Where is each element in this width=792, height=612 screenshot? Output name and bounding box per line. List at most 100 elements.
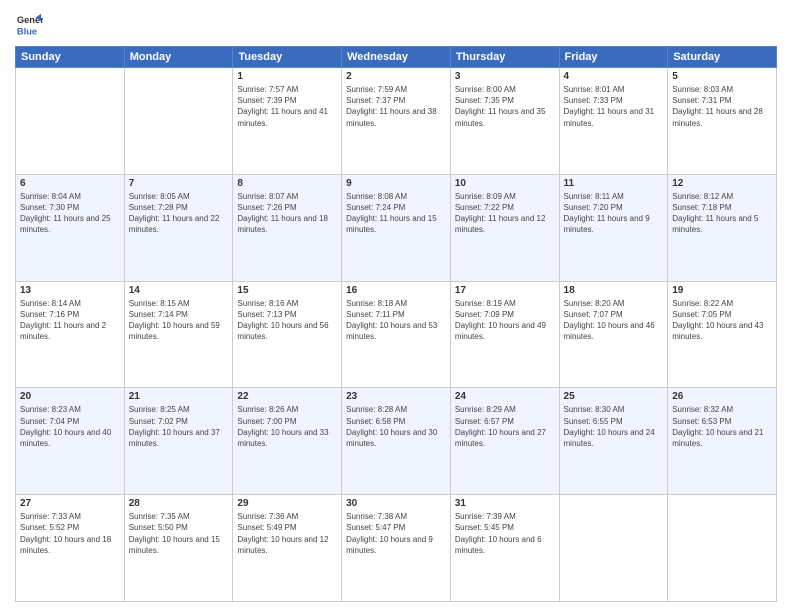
- day-number: 7: [129, 178, 229, 189]
- calendar-cell: 12 Sunrise: 8:12 AM Sunset: 7:18 PM Dayli…: [668, 174, 777, 281]
- calendar-cell: 24 Sunrise: 8:29 AM Sunset: 6:57 PM Dayli…: [450, 388, 559, 495]
- day-info: Sunrise: 8:08 AM Sunset: 7:24 PM Dayligh…: [346, 191, 446, 236]
- calendar-cell: [559, 495, 668, 602]
- logo-icon: General Blue: [15, 10, 43, 38]
- day-header-wednesday: Wednesday: [342, 47, 451, 68]
- day-info: Sunrise: 8:28 AM Sunset: 6:58 PM Dayligh…: [346, 404, 446, 449]
- day-number: 31: [455, 498, 555, 509]
- day-info: Sunrise: 8:15 AM Sunset: 7:14 PM Dayligh…: [129, 298, 229, 343]
- logo: General Blue: [15, 10, 47, 38]
- calendar-cell: 27 Sunrise: 7:33 AM Sunset: 5:52 PM Dayli…: [16, 495, 125, 602]
- day-header-sunday: Sunday: [16, 47, 125, 68]
- day-number: 1: [237, 71, 337, 82]
- day-info: Sunrise: 8:22 AM Sunset: 7:05 PM Dayligh…: [672, 298, 772, 343]
- calendar-cell: 25Sunrise: 8:30 AM Sunset: 6:55 PM Dayli…: [559, 388, 668, 495]
- calendar-cell: 22 Sunrise: 8:26 AM Sunset: 7:00 PM Dayli…: [233, 388, 342, 495]
- day-info: Sunrise: 7:39 AM Sunset: 5:45 PM Dayligh…: [455, 511, 555, 556]
- day-info: Sunrise: 8:07 AM Sunset: 7:26 PM Dayligh…: [237, 191, 337, 236]
- day-info: Sunrise: 8:05 AM Sunset: 7:28 PM Dayligh…: [129, 191, 229, 236]
- calendar-cell: 26 Sunrise: 8:32 AM Sunset: 6:53 PM Dayli…: [668, 388, 777, 495]
- day-header-friday: Friday: [559, 47, 668, 68]
- day-info: Sunrise: 7:57 AM Sunset: 7:39 PM Dayligh…: [237, 84, 337, 129]
- calendar-cell: 16Sunrise: 8:18 AM Sunset: 7:11 PM Dayli…: [342, 281, 451, 388]
- day-info: Sunrise: 8:14 AM Sunset: 7:16 PM Dayligh…: [20, 298, 120, 343]
- calendar-cell: 11 Sunrise: 8:11 AM Sunset: 7:20 PM Dayli…: [559, 174, 668, 281]
- calendar-cell: [16, 68, 125, 175]
- day-info: Sunrise: 8:32 AM Sunset: 6:53 PM Dayligh…: [672, 404, 772, 449]
- calendar-cell: [668, 495, 777, 602]
- calendar-cell: 20 Sunrise: 8:23 AM Sunset: 7:04 PM Dayli…: [16, 388, 125, 495]
- day-info: Sunrise: 7:33 AM Sunset: 5:52 PM Dayligh…: [20, 511, 120, 556]
- day-number: 22: [237, 391, 337, 402]
- day-number: 3: [455, 71, 555, 82]
- day-number: 30: [346, 498, 446, 509]
- day-info: Sunrise: 8:09 AM Sunset: 7:22 PM Dayligh…: [455, 191, 555, 236]
- calendar-header: General Blue: [15, 10, 777, 38]
- calendar-cell: 21 Sunrise: 8:25 AM Sunset: 7:02 PM Dayli…: [124, 388, 233, 495]
- day-number: 21: [129, 391, 229, 402]
- calendar-cell: 2Sunrise: 7:59 AM Sunset: 7:37 PM Daylig…: [342, 68, 451, 175]
- day-number: 6: [20, 178, 120, 189]
- day-info: Sunrise: 7:59 AM Sunset: 7:37 PM Dayligh…: [346, 84, 446, 129]
- calendar-cell: 8 Sunrise: 8:07 AM Sunset: 7:26 PM Daylig…: [233, 174, 342, 281]
- day-number: 12: [672, 178, 772, 189]
- day-info: Sunrise: 8:16 AM Sunset: 7:13 PM Dayligh…: [237, 298, 337, 343]
- calendar-cell: 28 Sunrise: 7:35 AM Sunset: 5:50 PM Dayli…: [124, 495, 233, 602]
- day-number: 14: [129, 285, 229, 296]
- day-info: Sunrise: 7:35 AM Sunset: 5:50 PM Dayligh…: [129, 511, 229, 556]
- day-number: 8: [237, 178, 337, 189]
- day-header-monday: Monday: [124, 47, 233, 68]
- calendar-cell: 9 Sunrise: 8:08 AM Sunset: 7:24 PM Daylig…: [342, 174, 451, 281]
- day-number: 15: [237, 285, 337, 296]
- day-number: 16: [346, 285, 446, 296]
- calendar-cell: 31 Sunrise: 7:39 AM Sunset: 5:45 PM Dayli…: [450, 495, 559, 602]
- calendar-cell: [124, 68, 233, 175]
- day-info: Sunrise: 8:12 AM Sunset: 7:18 PM Dayligh…: [672, 191, 772, 236]
- calendar-cell: 29 Sunrise: 7:36 AM Sunset: 5:49 PM Dayli…: [233, 495, 342, 602]
- calendar-cell: 10 Sunrise: 8:09 AM Sunset: 7:22 PM Dayli…: [450, 174, 559, 281]
- day-info: Sunrise: 8:00 AM Sunset: 7:35 PM Dayligh…: [455, 84, 555, 129]
- day-number: 13: [20, 285, 120, 296]
- day-number: 24: [455, 391, 555, 402]
- calendar-cell: 1 Sunrise: 7:57 AM Sunset: 7:39 PM Daylig…: [233, 68, 342, 175]
- day-info: Sunrise: 8:03 AM Sunset: 7:31 PM Dayligh…: [672, 84, 772, 129]
- svg-text:Blue: Blue: [17, 26, 37, 36]
- day-info: Sunrise: 8:04 AM Sunset: 7:30 PM Dayligh…: [20, 191, 120, 236]
- day-number: 29: [237, 498, 337, 509]
- day-info: Sunrise: 8:11 AM Sunset: 7:20 PM Dayligh…: [564, 191, 664, 236]
- day-number: 18: [564, 285, 664, 296]
- day-number: 10: [455, 178, 555, 189]
- day-info: Sunrise: 8:01 AM Sunset: 7:33 PM Dayligh…: [564, 84, 664, 129]
- day-header-thursday: Thursday: [450, 47, 559, 68]
- day-info: Sunrise: 7:36 AM Sunset: 5:49 PM Dayligh…: [237, 511, 337, 556]
- calendar-table: SundayMondayTuesdayWednesdayThursdayFrid…: [15, 46, 777, 602]
- calendar-cell: 30 Sunrise: 7:38 AM Sunset: 5:47 PM Dayli…: [342, 495, 451, 602]
- day-number: 9: [346, 178, 446, 189]
- day-number: 11: [564, 178, 664, 189]
- calendar-cell: 4 Sunrise: 8:01 AM Sunset: 7:33 PM Daylig…: [559, 68, 668, 175]
- calendar-cell: 6 Sunrise: 8:04 AM Sunset: 7:30 PM Daylig…: [16, 174, 125, 281]
- day-number: 5: [672, 71, 772, 82]
- day-number: 19: [672, 285, 772, 296]
- day-info: Sunrise: 8:23 AM Sunset: 7:04 PM Dayligh…: [20, 404, 120, 449]
- day-number: 27: [20, 498, 120, 509]
- calendar-cell: 15 Sunrise: 8:16 AM Sunset: 7:13 PM Dayli…: [233, 281, 342, 388]
- day-number: 17: [455, 285, 555, 296]
- calendar-cell: 7 Sunrise: 8:05 AM Sunset: 7:28 PM Daylig…: [124, 174, 233, 281]
- calendar-cell: 3 Sunrise: 8:00 AM Sunset: 7:35 PM Daylig…: [450, 68, 559, 175]
- calendar-cell: 23Sunrise: 8:28 AM Sunset: 6:58 PM Dayli…: [342, 388, 451, 495]
- calendar-cell: 13 Sunrise: 8:14 AM Sunset: 7:16 PM Dayli…: [16, 281, 125, 388]
- day-number: 4: [564, 71, 664, 82]
- day-info: Sunrise: 8:26 AM Sunset: 7:00 PM Dayligh…: [237, 404, 337, 449]
- day-info: Sunrise: 8:25 AM Sunset: 7:02 PM Dayligh…: [129, 404, 229, 449]
- calendar-cell: 17 Sunrise: 8:19 AM Sunset: 7:09 PM Dayli…: [450, 281, 559, 388]
- day-info: Sunrise: 7:38 AM Sunset: 5:47 PM Dayligh…: [346, 511, 446, 556]
- day-info: Sunrise: 8:29 AM Sunset: 6:57 PM Dayligh…: [455, 404, 555, 449]
- day-info: Sunrise: 8:19 AM Sunset: 7:09 PM Dayligh…: [455, 298, 555, 343]
- day-header-tuesday: Tuesday: [233, 47, 342, 68]
- day-number: 28: [129, 498, 229, 509]
- calendar-cell: 19 Sunrise: 8:22 AM Sunset: 7:05 PM Dayli…: [668, 281, 777, 388]
- day-number: 20: [20, 391, 120, 402]
- day-info: Sunrise: 8:30 AM Sunset: 6:55 PM Dayligh…: [564, 404, 664, 449]
- day-number: 26: [672, 391, 772, 402]
